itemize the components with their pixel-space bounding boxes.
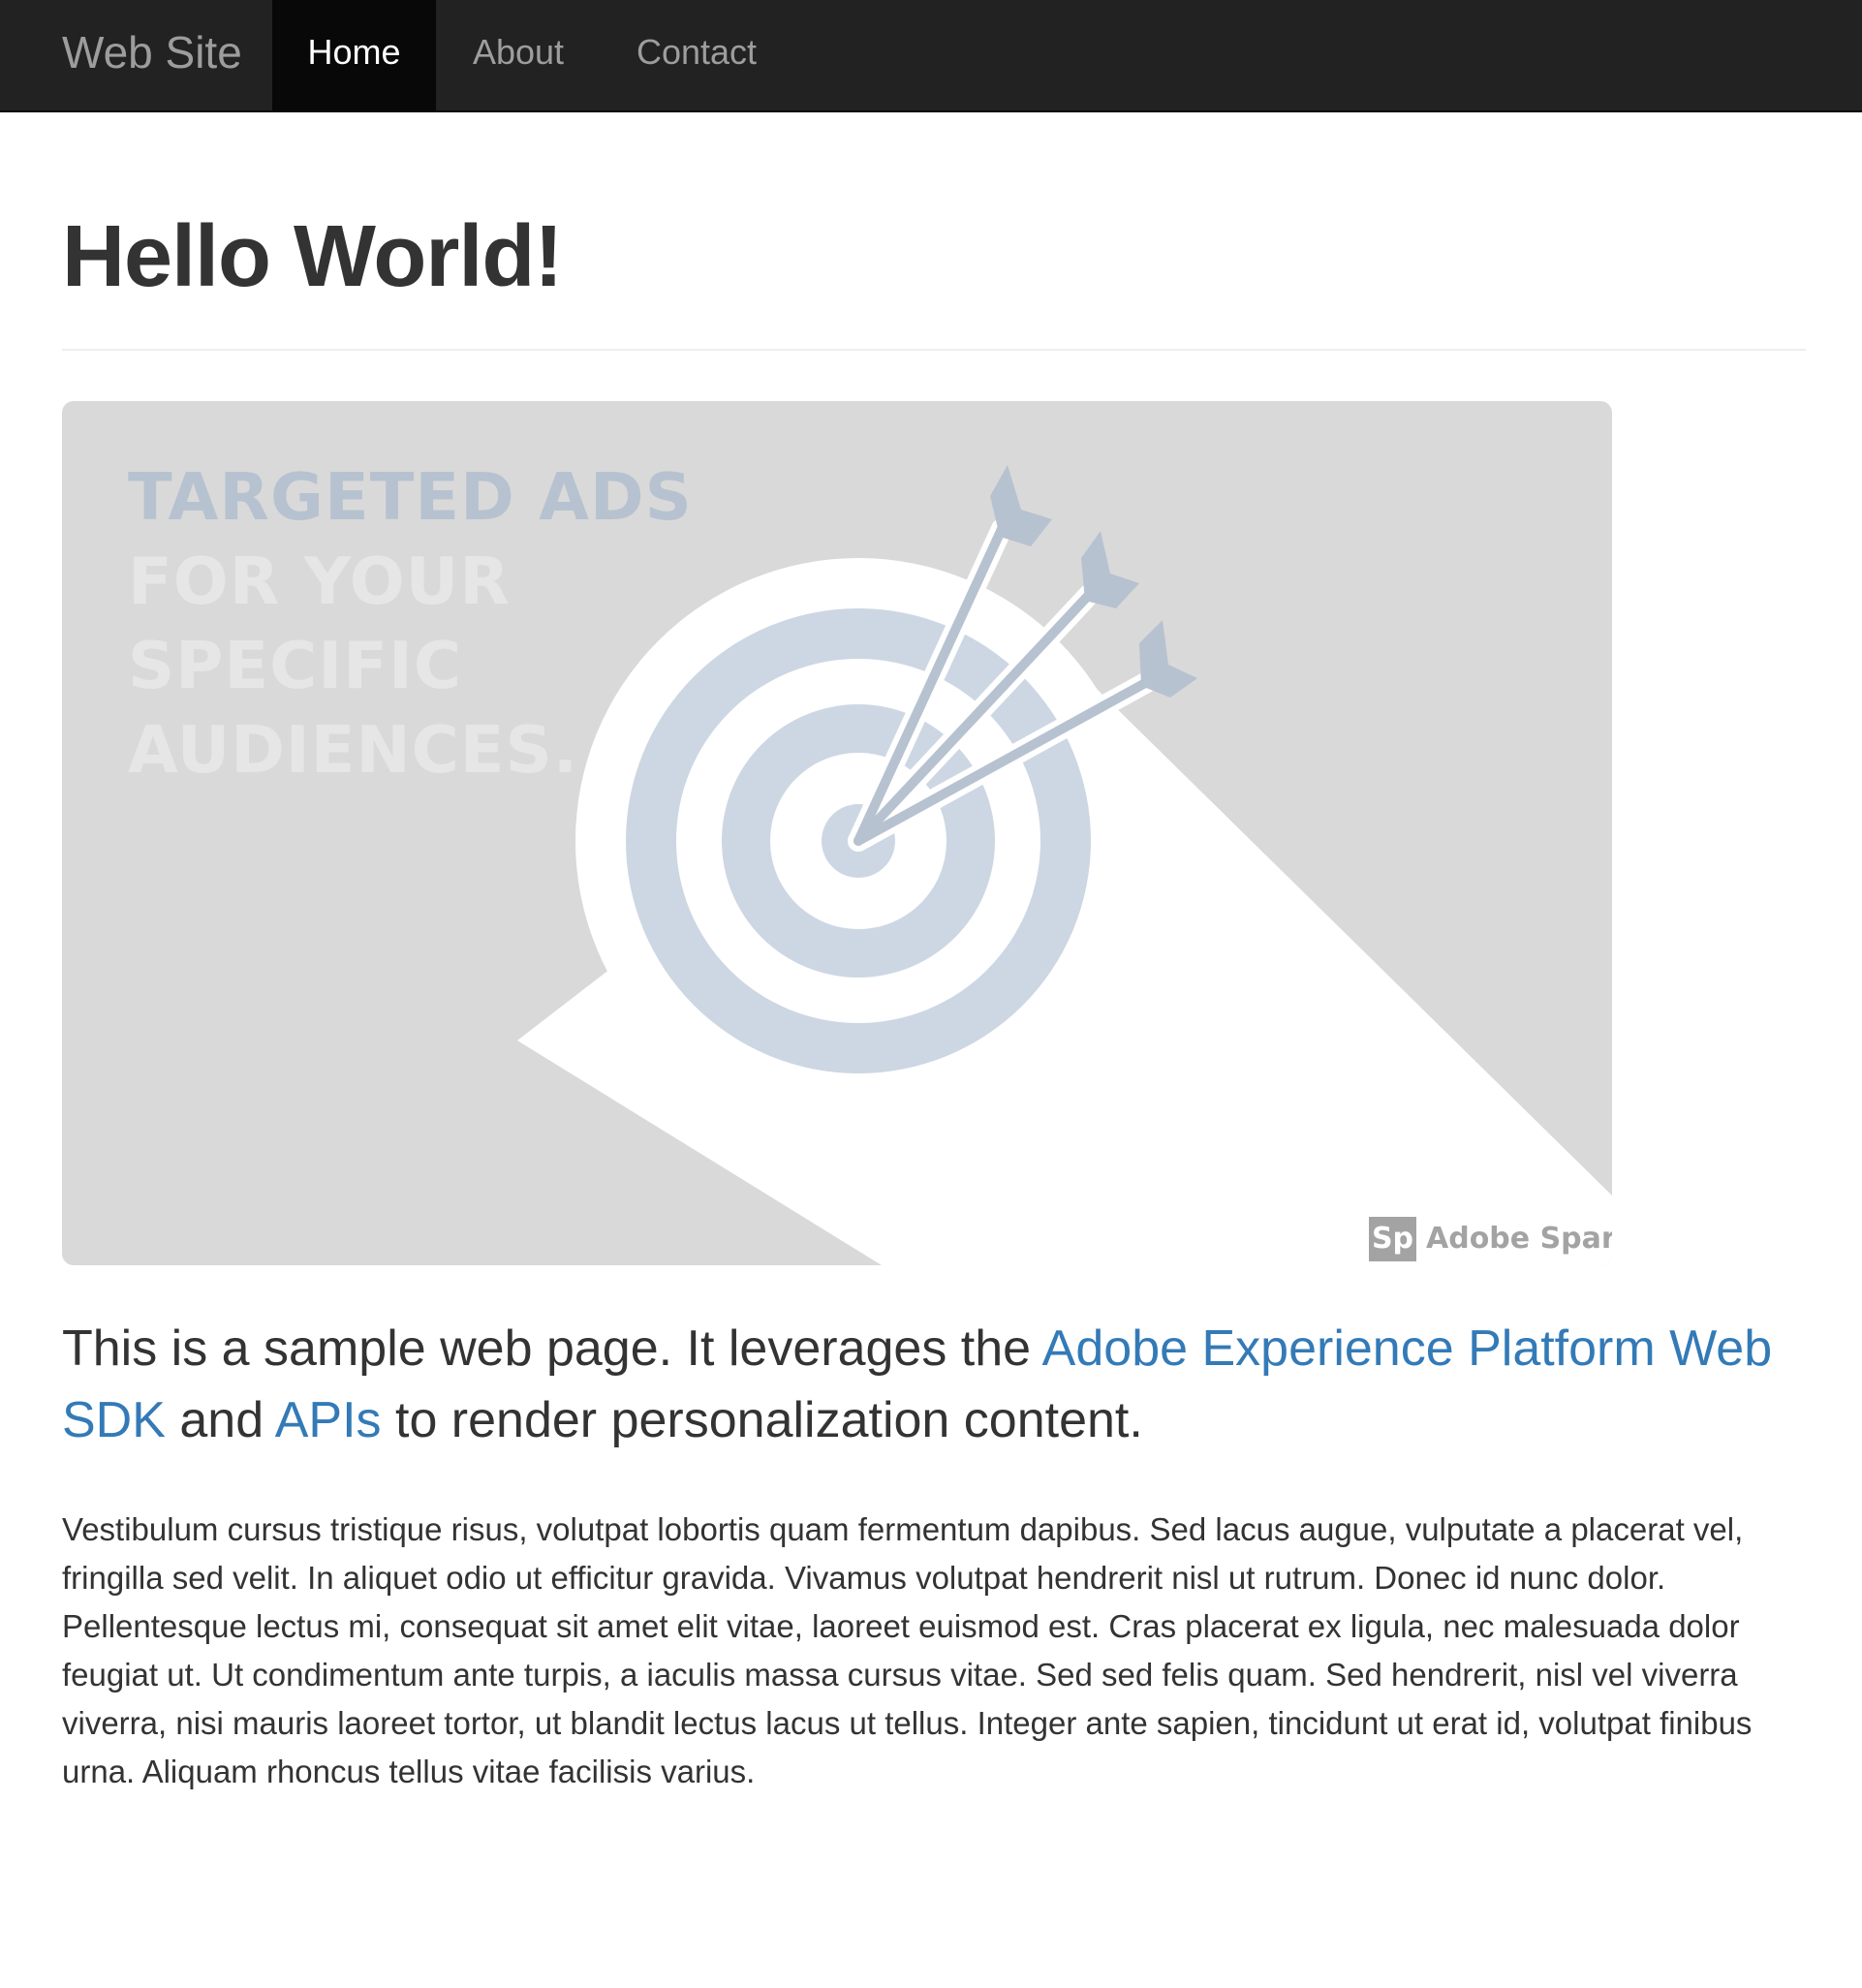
brand-link[interactable]: Web Site — [62, 0, 242, 110]
body-paragraph: Vestibulum cursus tristique risus, volut… — [62, 1511, 1753, 1789]
hero-headline-line-2: FOR YOUR — [128, 544, 511, 619]
nav-item-contact[interactable]: Contact — [601, 0, 792, 110]
nav-item-about[interactable]: About — [436, 0, 601, 110]
page-title: Hello World! — [62, 208, 563, 305]
nav-item-home[interactable]: Home — [272, 0, 436, 110]
adobe-spark-logo-icon: Sp — [1369, 1217, 1416, 1261]
lead-text-2: and — [165, 1392, 275, 1448]
hero-headline-line-1: TARGETED ADS — [128, 459, 693, 535]
hero-banner-image: TARGETED ADS FOR YOUR SPECIFIC AUDIENCES… — [62, 401, 1612, 1265]
lead-text-3: to render personalization content. — [381, 1392, 1143, 1448]
title-divider — [62, 349, 1806, 351]
lead-paragraph: This is a sample web page. It leverages … — [62, 1313, 1825, 1456]
top-navbar: Web Site Home About Contact — [0, 0, 1862, 112]
hero-headline-line-3: SPECIFIC — [128, 628, 463, 703]
hero-headline-line-4: AUDIENCES. — [128, 712, 579, 788]
lead-text-1: This is a sample web page. It leverages … — [62, 1320, 1042, 1377]
apis-link[interactable]: APIs — [275, 1392, 382, 1448]
adobe-spark-label: Adobe Spark — [1426, 1222, 1612, 1256]
